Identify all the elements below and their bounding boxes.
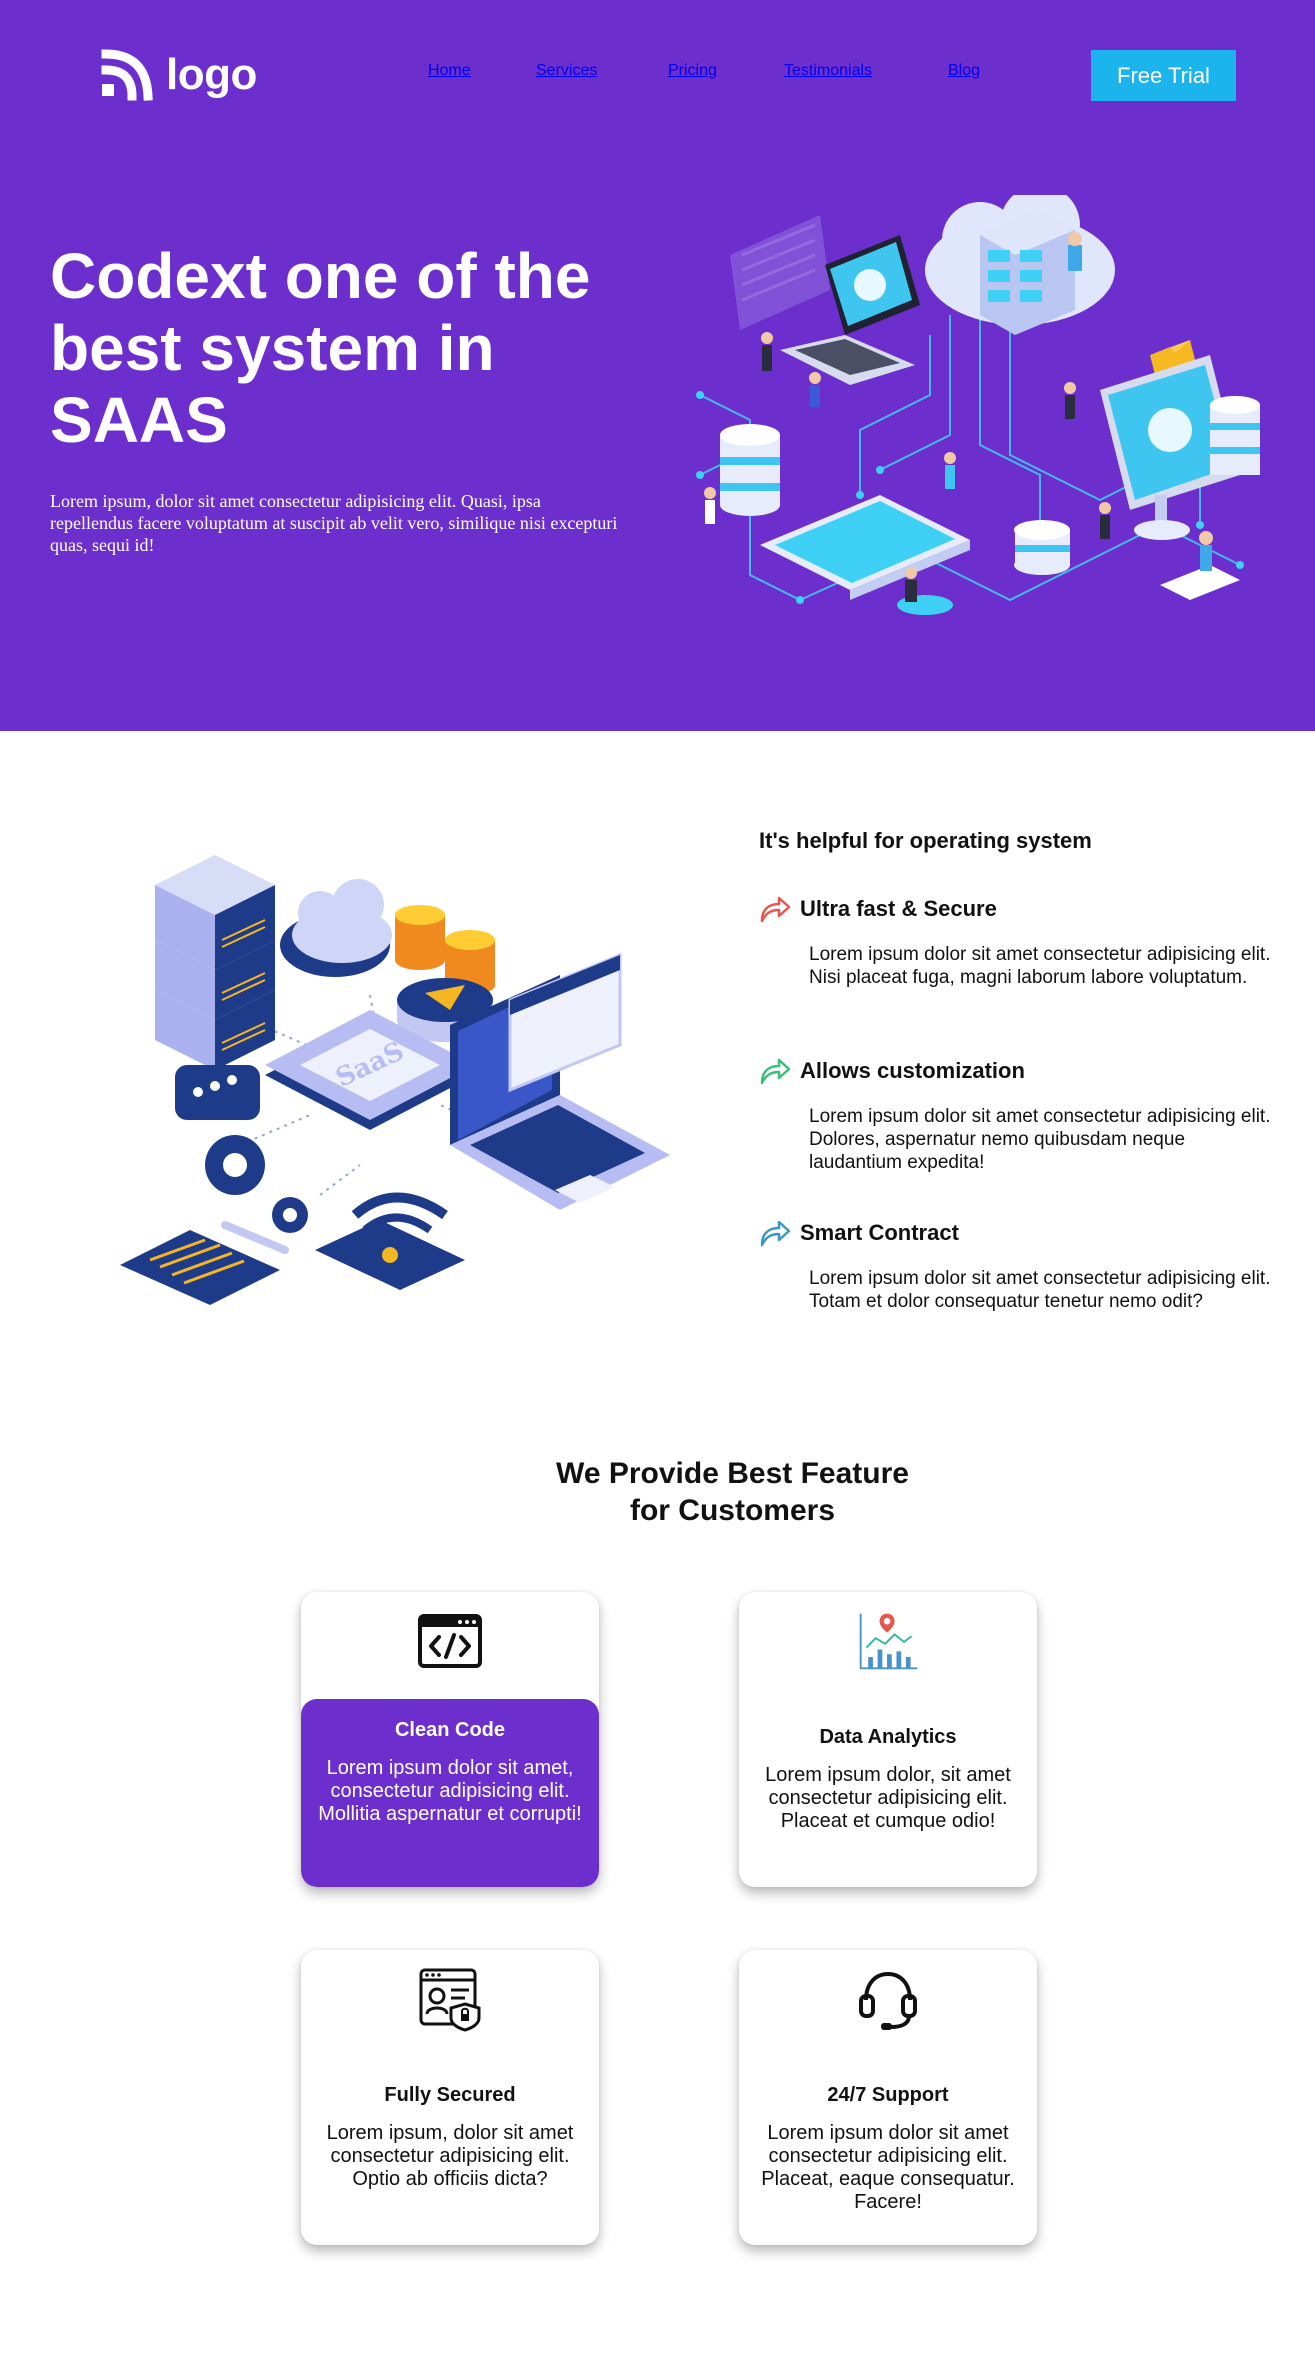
card-highlight: Clean Code Lorem ipsum dolor sit amet, c… xyxy=(301,1699,599,1887)
feature-description: Lorem ipsum dolor sit amet consectetur a… xyxy=(809,1106,1271,1173)
feature-item: Allows customization Lorem ipsum dolor s… xyxy=(759,1055,1279,1174)
feature-card-clean-code[interactable]: Clean Code Lorem ipsum dolor sit amet, c… xyxy=(301,1592,599,1887)
feature-item: Smart Contract Lorem ipsum dolor sit ame… xyxy=(759,1217,1279,1313)
feature-card-support[interactable]: 24/7 Support Lorem ipsum dolor sit amet … xyxy=(739,1950,1037,2245)
feature-description: Lorem ipsum dolor sit amet consectetur a… xyxy=(809,1268,1271,1312)
headset-icon xyxy=(859,1971,917,2030)
feature-description: Lorem ipsum dolor sit amet consectetur a… xyxy=(809,944,1271,988)
code-window-icon xyxy=(418,1614,482,1668)
logo-mark-icon xyxy=(101,49,153,101)
nav-services[interactable]: Services xyxy=(536,62,597,88)
secure-profile-icon xyxy=(419,1968,481,2032)
hero-title: Codext one of the best system in SAAS xyxy=(50,240,591,456)
share-arrow-icon xyxy=(759,1055,793,1087)
hero-description: Lorem ipsum, dolor sit amet consectetur … xyxy=(50,491,618,555)
features-section-title: We Provide Best Feature for Customers xyxy=(0,1455,1315,1529)
card-description: Lorem ipsum dolor, sit amet consectetur … xyxy=(765,1764,1011,1832)
analytics-chart-icon xyxy=(859,1613,918,1670)
logo-text: logo xyxy=(166,50,257,99)
card-description: Lorem ipsum dolor sit amet consectetur a… xyxy=(761,2122,1015,2213)
feature-title: Smart Contract xyxy=(800,1220,959,1245)
feature-title: Allows customization xyxy=(800,1058,1025,1083)
hero-section: logo Home Services Pricing Testimonials … xyxy=(0,0,1315,731)
logo[interactable]: logo xyxy=(100,48,257,102)
isometric-cloud-illustration xyxy=(696,195,1260,615)
feature-card-data-analytics[interactable]: Data Analytics Lorem ipsum dolor, sit am… xyxy=(739,1592,1037,1887)
free-trial-button[interactable]: Free Trial xyxy=(1091,50,1236,101)
card-title: Clean Code xyxy=(394,1719,506,1741)
card-description: Lorem ipsum, dolor sit amet consectetur … xyxy=(326,2122,574,2190)
card-description: Lorem ipsum dolor sit amet, consectetur … xyxy=(318,1757,582,1825)
nav-testimonials[interactable]: Testimonials xyxy=(784,62,872,88)
helpful-heading: It's helpful for operating system xyxy=(759,828,1092,853)
card-title: Fully Secured xyxy=(384,2084,516,2106)
card-title: 24/7 Support xyxy=(827,2084,949,2106)
feature-title: Ultra fast & Secure xyxy=(800,896,997,921)
share-arrow-icon xyxy=(759,893,793,925)
nav-pricing[interactable]: Pricing xyxy=(668,62,717,88)
nav-blog[interactable]: Blog xyxy=(948,62,980,88)
feature-card-fully-secured[interactable]: Fully Secured Lorem ipsum, dolor sit ame… xyxy=(301,1950,599,2245)
isometric-saas-illustration: SaaS xyxy=(120,855,670,1305)
features-title-line: for Customers xyxy=(629,1494,836,1527)
feature-item: Ultra fast & Secure Lorem ipsum dolor si… xyxy=(759,893,1279,989)
features-title-line: We Provide Best Feature xyxy=(556,1457,909,1490)
share-arrow-icon xyxy=(759,1217,793,1249)
nav-home[interactable]: Home xyxy=(428,62,471,88)
card-title: Data Analytics xyxy=(819,1726,957,1748)
